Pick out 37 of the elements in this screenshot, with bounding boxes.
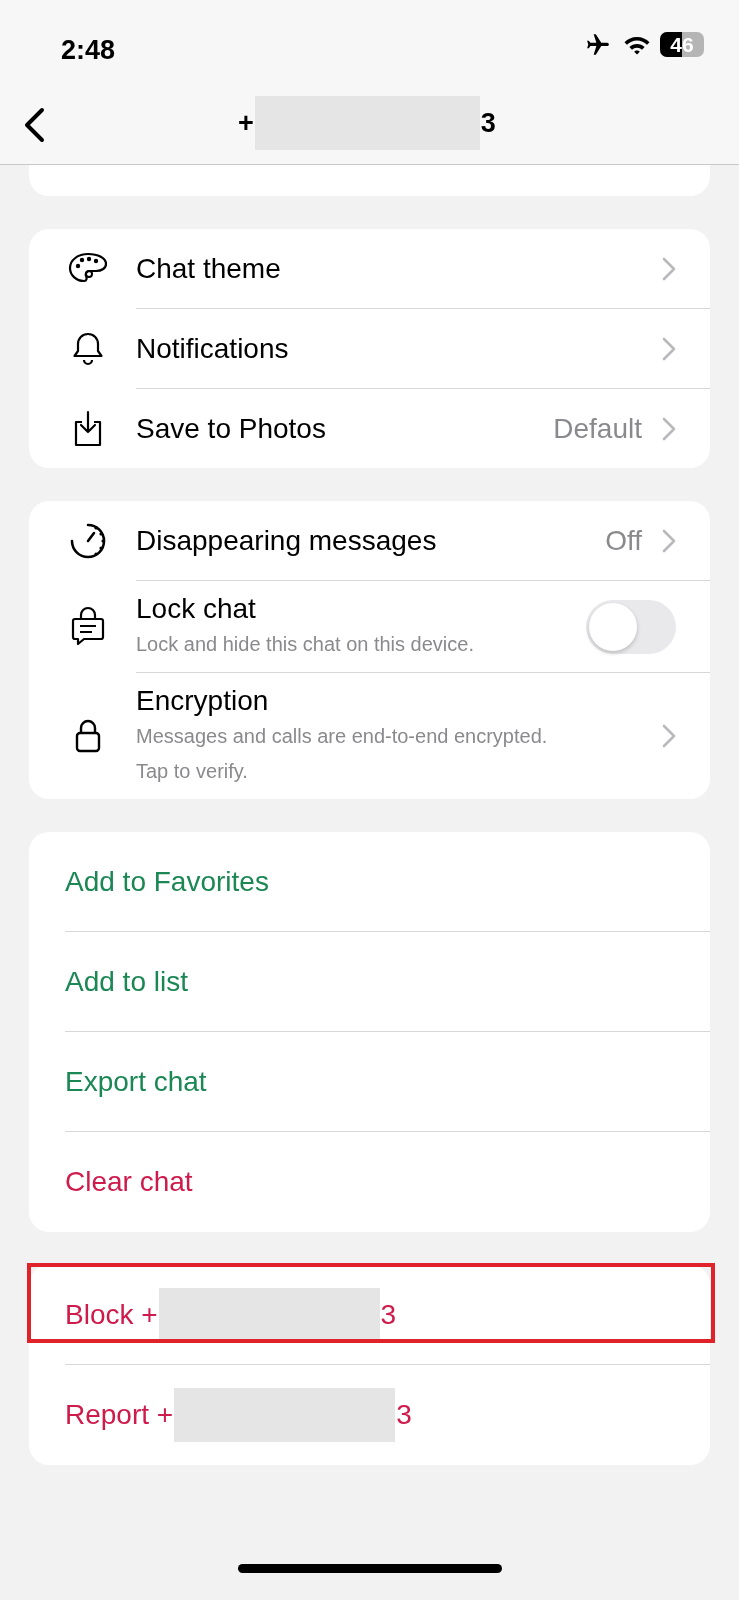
settings-row[interactable]: Save to Photos Default — [29, 389, 710, 468]
row-label: Lock chat — [136, 592, 257, 626]
settings-row[interactable]: Encryption Messages and calls are end-to-end encrypted. Tap to verify. — [29, 673, 710, 799]
row-label: Encryption — [136, 684, 270, 718]
airplane-icon — [584, 32, 612, 58]
chevron-right-icon — [662, 528, 676, 553]
timer-icon — [69, 522, 107, 560]
back-icon[interactable] — [22, 107, 46, 143]
action-item[interactable]: Clear chat — [65, 1161, 193, 1203]
contact-title: + — [238, 106, 254, 140]
row-subtitle: Messages and calls are end-to-end encrypted. Tap to verify. — [136, 724, 549, 784]
action-item[interactable]: Report + 3 — [65, 1388, 412, 1442]
action-item[interactable]: Add to Favorites — [65, 860, 269, 903]
settings-row[interactable]: Lock chat Lock and hide this chat on this device. — [29, 581, 710, 673]
contact-title: 3 — [480, 106, 496, 140]
settings-row[interactable]: Notifications — [29, 309, 710, 389]
bell-icon — [72, 331, 104, 367]
action-item[interactable]: Add to list — [65, 960, 188, 1003]
chevron-right-icon — [662, 416, 676, 441]
lock-icon — [74, 718, 102, 754]
chevron-right-icon — [662, 336, 676, 361]
row-label: Notifications — [136, 331, 290, 366]
action-item[interactable]: Export chat — [65, 1060, 207, 1103]
row-value: Off — [605, 523, 642, 558]
settings-row[interactable]: Chat theme — [29, 229, 710, 309]
toggle-switch[interactable] — [586, 599, 676, 654]
row-value: Default — [553, 411, 642, 446]
download-icon — [72, 409, 104, 448]
status-time: 2:48 — [61, 34, 116, 67]
action-item[interactable]: Block + 3 — [65, 1287, 397, 1342]
row-label: Disappearing messages — [136, 523, 438, 558]
row-label: Chat theme — [136, 251, 282, 286]
row-label: Save to Photos — [136, 411, 327, 446]
chevron-right-icon — [662, 724, 676, 748]
settings-row[interactable]: Disappearing messages Off — [29, 501, 710, 581]
chevron-right-icon — [662, 256, 676, 281]
row-subtitle: Lock and hide this chat on this device. — [136, 632, 475, 657]
